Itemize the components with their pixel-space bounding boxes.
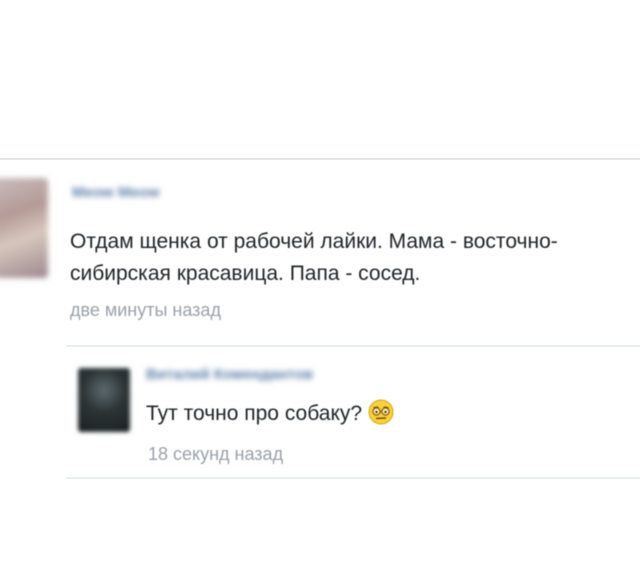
avatar[interactable]	[0, 178, 48, 278]
reply-divider	[66, 345, 640, 347]
skeptical-face-with-glasses-icon	[368, 399, 394, 425]
emoji-graphic	[368, 399, 394, 425]
reply-text: Тут точно про собаку?	[146, 402, 363, 425]
reply-text-row: Тут точно про собаку?	[146, 398, 394, 430]
comment-timestamp[interactable]: две минуты назад	[70, 300, 221, 321]
reply-author-name[interactable]: Виталий Комендантов	[146, 366, 313, 383]
comment-author-name[interactable]: Meow Meow	[72, 184, 160, 201]
comment-text-line: сибирская красавица. Папа - сосед.	[70, 262, 421, 285]
feed-top-divider	[0, 158, 640, 160]
comment-text: Отдам щенка от рабочей лайки. Мама - вос…	[70, 226, 640, 290]
feed-bottom-divider	[66, 477, 640, 479]
reply-avatar[interactable]	[78, 368, 130, 432]
comment-text-line: Отдам щенка от рабочей лайки. Мама - вос…	[70, 230, 558, 253]
reply-timestamp[interactable]: 18 секунд назад	[148, 444, 283, 465]
